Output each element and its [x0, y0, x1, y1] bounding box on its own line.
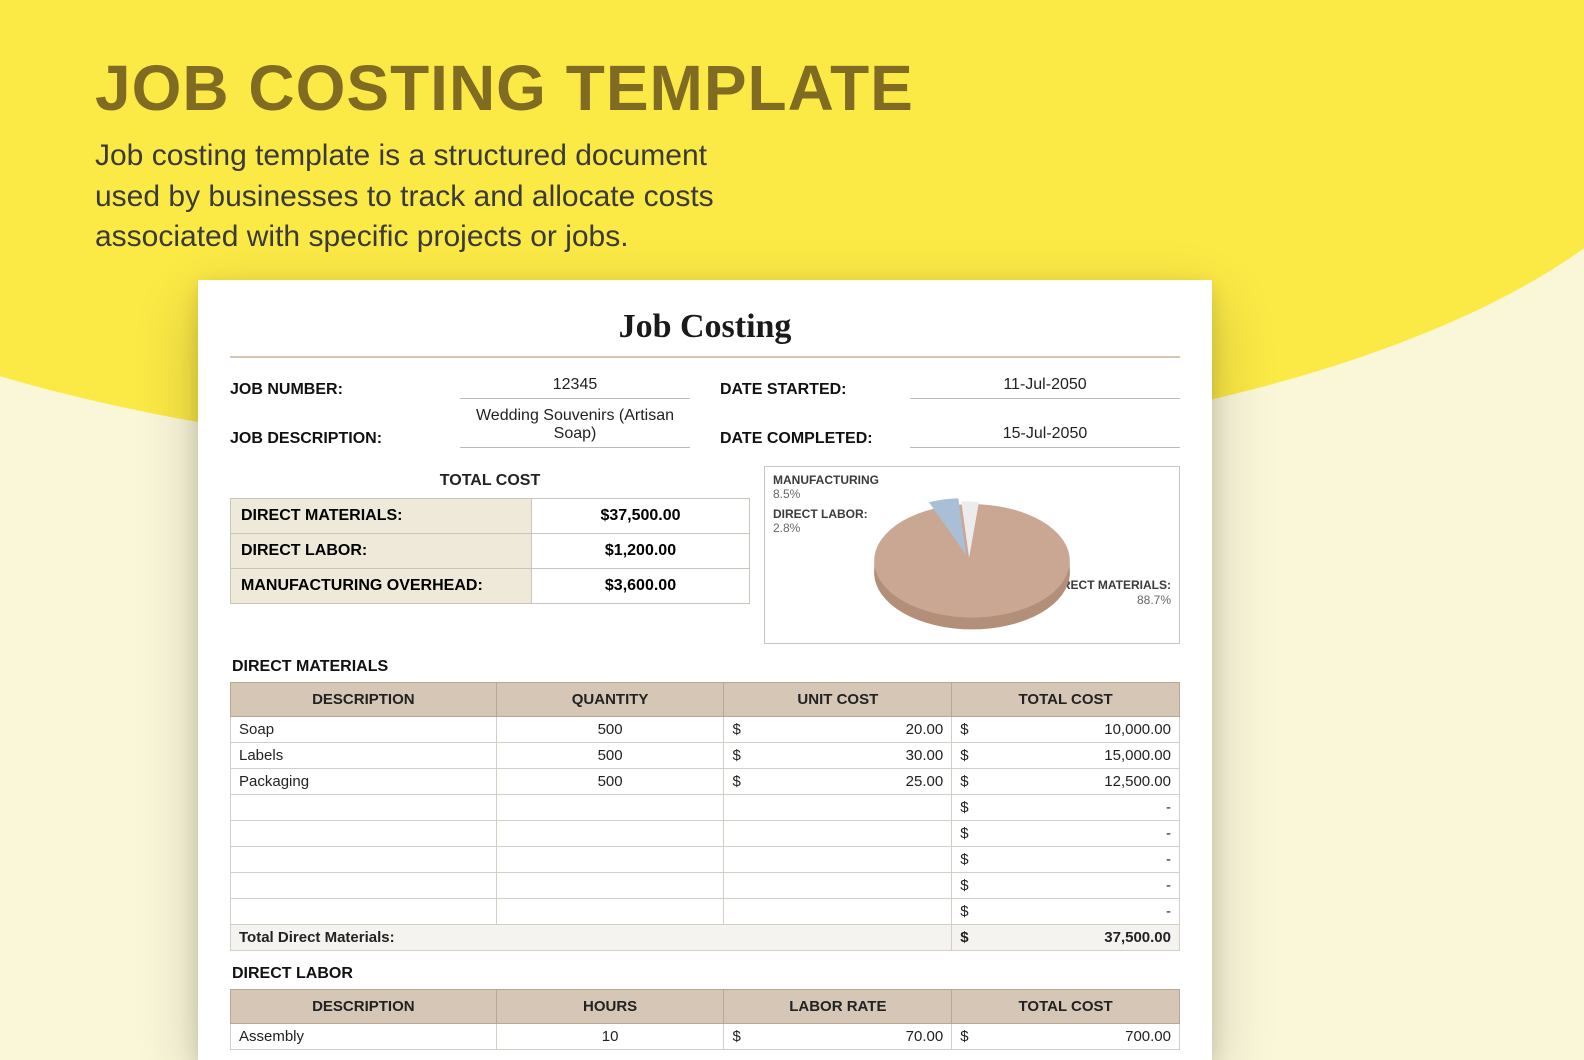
hero: JOB COSTING TEMPLATE Job costing templat…: [95, 55, 914, 258]
value-job-description: Wedding Souvenirs (Artisan Soap): [460, 405, 690, 448]
total-direct-materials-value: $37,500.00: [952, 925, 1180, 951]
meta-job-description: JOB DESCRIPTION: Wedding Souvenirs (Arti…: [230, 405, 690, 448]
total-cost-table: DIRECT MATERIALS: $37,500.00 DIRECT LABO…: [230, 498, 750, 604]
cell-total-cost: $15,000.00: [952, 743, 1180, 769]
summary-value-dl: $1,200.00: [532, 534, 750, 569]
total-direct-materials-label: Total Direct Materials:: [231, 925, 952, 951]
col-unit-cost: UNIT COST: [724, 683, 952, 717]
cell-quantity: [496, 873, 724, 899]
cell-description: [231, 847, 497, 873]
cell-total-cost: $10,000.00: [952, 717, 1180, 743]
cell-description: Assembly: [231, 1024, 497, 1050]
job-meta: JOB NUMBER: 12345 DATE STARTED: 11-Jul-2…: [230, 374, 1180, 448]
table-row: $-: [231, 847, 1180, 873]
cell-labor-rate: $70.00: [724, 1024, 952, 1050]
label-job-description: JOB DESCRIPTION:: [230, 430, 460, 448]
col-hours: HOURS: [496, 990, 724, 1024]
document-title: Job Costing: [230, 308, 1180, 346]
col-description: DESCRIPTION: [231, 683, 497, 717]
cell-quantity: 500: [496, 743, 724, 769]
cell-total-cost: $-: [952, 873, 1180, 899]
summary-row-direct-materials: DIRECT MATERIALS: $37,500.00: [231, 499, 750, 534]
label-date-started: DATE STARTED:: [720, 381, 910, 399]
table-row: DESCRIPTION HOURS LABOR RATE TOTAL COST: [231, 990, 1180, 1024]
table-row-total: Total Direct Materials: $37,500.00: [231, 925, 1180, 951]
summary-label-mo: MANUFACTURING OVERHEAD:: [231, 569, 532, 604]
table-row: $-: [231, 795, 1180, 821]
table-row: DESCRIPTION QUANTITY UNIT COST TOTAL COS…: [231, 683, 1180, 717]
cell-unit-cost: [724, 847, 952, 873]
summary-row-manufacturing: MANUFACTURING OVERHEAD: $3,600.00: [231, 569, 750, 604]
section-title-direct-labor: DIRECT LABOR: [232, 965, 1180, 983]
table-row: Labels500$30.00$15,000.00: [231, 743, 1180, 769]
table-row: Assembly10$70.00$700.00: [231, 1024, 1180, 1050]
table-row: Soap500$20.00$10,000.00: [231, 717, 1180, 743]
col-labor-rate: LABOR RATE: [724, 990, 952, 1024]
cell-description: Packaging: [231, 769, 497, 795]
value-job-number: 12345: [460, 374, 690, 399]
hero-subtitle: Job costing template is a structured doc…: [95, 136, 715, 258]
cell-unit-cost: $30.00: [724, 743, 952, 769]
document-preview: Job Costing JOB NUMBER: 12345 DATE START…: [198, 280, 1212, 1060]
mid-section: TOTAL COST DIRECT MATERIALS: $37,500.00 …: [230, 466, 1180, 644]
cell-quantity: [496, 847, 724, 873]
summary-label-dl: DIRECT LABOR:: [231, 534, 532, 569]
cell-description: Soap: [231, 717, 497, 743]
cell-description: [231, 795, 497, 821]
cell-total-cost: $-: [952, 795, 1180, 821]
cell-unit-cost: [724, 899, 952, 925]
col-quantity: QUANTITY: [496, 683, 724, 717]
cell-hours: 10: [496, 1024, 724, 1050]
cell-quantity: 500: [496, 717, 724, 743]
cell-unit-cost: $25.00: [724, 769, 952, 795]
cell-total-cost: $700.00: [952, 1024, 1180, 1050]
section-title-direct-materials: DIRECT MATERIALS: [232, 658, 1180, 676]
pie-chart: MANUFACTURING 8.5% DIRECT LABOR: 2.8% DI…: [764, 466, 1180, 644]
hero-title: JOB COSTING TEMPLATE: [95, 55, 914, 122]
summary-label-dm: DIRECT MATERIALS:: [231, 499, 532, 534]
summary-row-direct-labor: DIRECT LABOR: $1,200.00: [231, 534, 750, 569]
table-row: $-: [231, 899, 1180, 925]
summary-value-mo: $3,600.00: [532, 569, 750, 604]
cell-total-cost: $-: [952, 821, 1180, 847]
cell-quantity: [496, 899, 724, 925]
pie-svg: [765, 467, 1179, 643]
meta-date-started: DATE STARTED: 11-Jul-2050: [720, 374, 1180, 399]
meta-job-number: JOB NUMBER: 12345: [230, 374, 690, 399]
table-row: $-: [231, 821, 1180, 847]
table-row: $-: [231, 873, 1180, 899]
cell-quantity: 500: [496, 769, 724, 795]
col-description: DESCRIPTION: [231, 990, 497, 1024]
cell-quantity: [496, 821, 724, 847]
cell-quantity: [496, 795, 724, 821]
cell-unit-cost: [724, 821, 952, 847]
value-date-completed: 15-Jul-2050: [910, 423, 1180, 448]
cell-unit-cost: $20.00: [724, 717, 952, 743]
col-total-cost: TOTAL COST: [952, 990, 1180, 1024]
summary-value-dm: $37,500.00: [532, 499, 750, 534]
document-rule: [230, 356, 1180, 358]
cell-description: Labels: [231, 743, 497, 769]
meta-date-completed: DATE COMPLETED: 15-Jul-2050: [720, 405, 1180, 448]
total-cost-header: TOTAL COST: [230, 466, 750, 498]
cell-unit-cost: [724, 795, 952, 821]
label-job-number: JOB NUMBER:: [230, 381, 460, 399]
cell-total-cost: $-: [952, 847, 1180, 873]
col-total-cost: TOTAL COST: [952, 683, 1180, 717]
cell-unit-cost: [724, 873, 952, 899]
table-direct-labor: DESCRIPTION HOURS LABOR RATE TOTAL COST …: [230, 989, 1180, 1050]
cell-total-cost: $-: [952, 899, 1180, 925]
cell-description: [231, 821, 497, 847]
cell-description: [231, 899, 497, 925]
label-date-completed: DATE COMPLETED:: [720, 430, 910, 448]
total-cost-summary: TOTAL COST DIRECT MATERIALS: $37,500.00 …: [230, 466, 750, 604]
value-date-started: 11-Jul-2050: [910, 374, 1180, 399]
cell-total-cost: $12,500.00: [952, 769, 1180, 795]
cell-description: [231, 873, 497, 899]
table-row: Packaging500$25.00$12,500.00: [231, 769, 1180, 795]
table-direct-materials: DESCRIPTION QUANTITY UNIT COST TOTAL COS…: [230, 682, 1180, 951]
